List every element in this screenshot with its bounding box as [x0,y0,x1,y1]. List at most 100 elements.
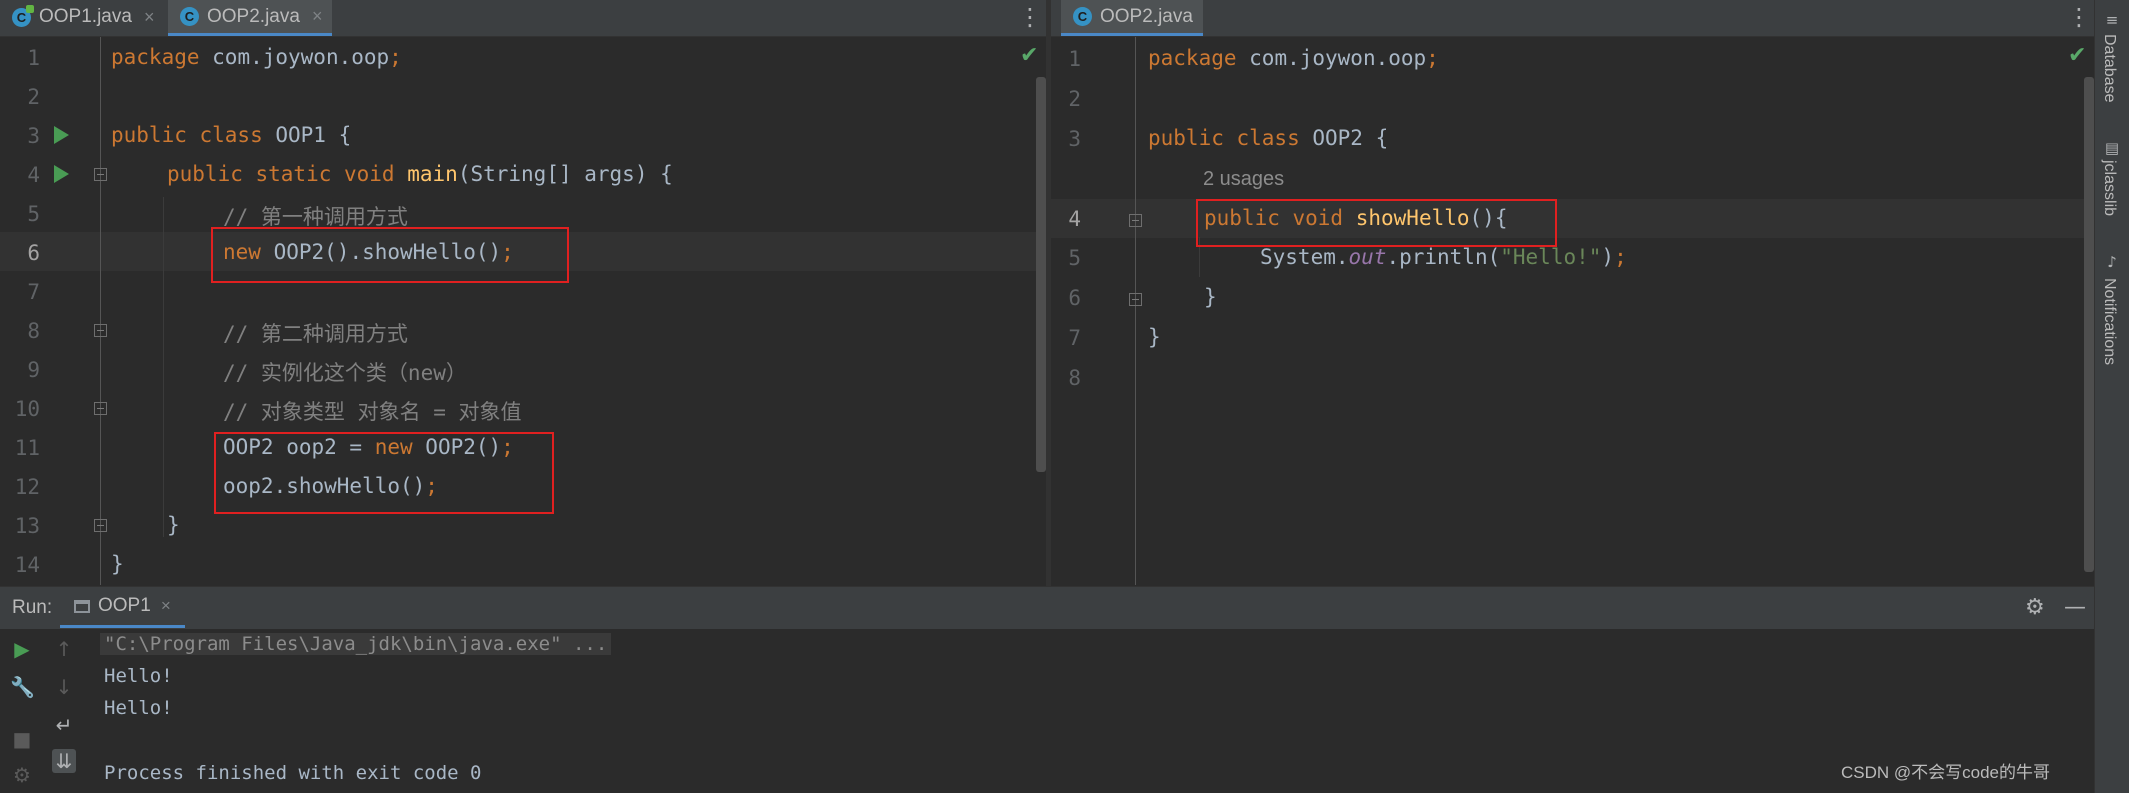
run-main-icon[interactable] [54,165,69,183]
close-icon[interactable]: × [161,596,171,616]
database-tool-button[interactable]: Database [2100,34,2118,103]
code-line-1: package com.joywon.oop; [1148,46,1439,70]
gear-icon[interactable]: ⚙ [2025,595,2045,620]
line-number: 2 [1068,87,1081,111]
java-class-icon: C [12,4,34,27]
code-line-10-comment: // 对象类型 对象名 = 对象值 [223,400,522,424]
line-number: 13 [14,514,40,538]
run-class-icon[interactable] [54,126,69,144]
line-number: 5 [27,202,40,226]
line-number: 14 [14,553,40,577]
more-options-icon[interactable]: ⋮ [1018,0,1042,34]
close-icon[interactable]: × [144,7,155,28]
down-arrow-icon[interactable]: ↓ [52,675,76,699]
run-tab-label: OOP1 [98,595,151,616]
highlight-box [211,227,569,283]
tab-label: OOP2.java [1100,5,1193,27]
tab-oop2-java[interactable]: C OOP2.java × [168,0,333,36]
highlight-box [214,432,554,514]
right-tool-strip: ≡ Database ▤ jclasslib ♪ Notifications [2094,0,2129,793]
vertical-scrollbar[interactable] [2084,77,2094,572]
stop-icon[interactable]: ■ [10,727,34,751]
console-line: Hello! [104,665,173,687]
rerun-icon[interactable]: ▶ [10,637,34,661]
line-number: 8 [1068,366,1081,390]
console-line: Hello! [104,697,173,719]
line-number: 4 [1068,207,1081,231]
code-line-6: } [1204,285,1217,309]
more-options-icon[interactable]: ⋮ [2067,0,2091,34]
line-number: 1 [1068,47,1081,71]
code-line-1: package com.joywon.oop; [111,45,402,69]
usages-hint[interactable]: 2 usages [1203,168,1284,191]
fold-icon[interactable] [1129,214,1142,227]
line-number: 2 [27,85,40,109]
line-number: 6 [27,241,40,265]
fold-icon[interactable] [94,402,107,415]
run-panel-header: Run: OOP1 × ⚙ — [0,586,2094,629]
code-line-9-comment: // 实例化这个类（new） [223,361,467,385]
code-line-14: } [111,552,124,576]
line-number: 10 [14,397,40,421]
console-line: "C:\Program Files\Java_jdk\bin\java.exe"… [100,633,612,655]
no-problems-check-icon[interactable]: ✔ [1020,43,1038,68]
minimize-icon[interactable]: — [2064,595,2086,620]
code-line-3: public class OOP2 { [1148,126,1389,150]
code-line-4: public static void main(String[] args) { [167,162,673,186]
vertical-scrollbar[interactable] [1036,77,1046,472]
gutter-divider [100,37,101,585]
notifications-tool-button[interactable]: Notifications [2100,278,2118,365]
indent-guide [163,197,164,537]
settings-icon[interactable]: ⚙ [10,763,34,787]
line-number: 3 [27,124,40,148]
run-toolbar-primary: ▶ 🔧 ■ ⚙ [0,629,40,793]
line-number: 7 [1068,326,1081,350]
code-line-8-comment: // 第二种调用方式 [223,322,408,346]
right-editor[interactable]: 1 2 3 4 5 6 7 8 ✔ package com.joywon.oop… [1051,37,2094,585]
java-class-icon: C [180,7,199,26]
database-icon: ≡ [2105,11,2119,29]
code-line-13: } [167,513,180,537]
scroll-to-end-icon[interactable]: ⇊ [52,749,76,773]
console-icon [74,599,90,613]
line-number: 12 [14,475,40,499]
line-number: 6 [1068,286,1081,310]
code-line-3: public class OOP1 { [111,123,352,147]
run-label: Run: [12,597,53,618]
fold-icon[interactable] [94,519,107,532]
tab-label: OOP2.java [207,5,300,27]
line-number: 8 [27,319,40,343]
watermark-text: CSDN @不会写code的牛哥 [1840,763,2050,782]
wrench-icon[interactable]: 🔧 [10,675,35,699]
up-arrow-icon[interactable]: ↑ [52,637,76,661]
close-icon[interactable]: × [312,6,323,27]
code-line-7: } [1148,325,1161,349]
line-number: 3 [1068,127,1081,151]
bell-icon: ♪ [2107,253,2117,271]
line-number: 1 [27,46,40,70]
left-editor[interactable]: 1 2 3 4 5 6 7 8 9 10 11 12 13 14 ✔ packa… [0,37,1046,585]
run-toolbar-secondary: ↑ ↓ ↵ ⇊ [42,629,82,793]
console-line: Process finished with exit code 0 [104,762,482,784]
left-tab-bar: C OOP1.java × C OOP2.java × ⋮ [0,0,1046,37]
line-number: 5 [1068,246,1081,270]
code-line-5: System.out.println("Hello!"); [1260,245,1627,269]
tab-oop1-java[interactable]: C OOP1.java × [0,0,164,34]
java-class-icon: C [1073,7,1092,26]
line-number: 4 [27,163,40,187]
jclasslib-icon: ▤ [2104,139,2120,157]
fold-icon[interactable] [94,324,107,337]
run-tab-oop1[interactable]: OOP1 × [60,587,185,628]
line-number: 11 [14,436,40,460]
highlight-box [1196,199,1557,247]
tab-oop2-java-right[interactable]: C OOP2.java [1061,0,1203,36]
line-number: 7 [27,280,40,304]
tab-label: OOP1.java [39,6,132,27]
jclasslib-tool-button[interactable]: jclasslib [2100,160,2118,216]
run-console[interactable]: ▶ 🔧 ■ ⚙ ↑ ↓ ↵ ⇊ "C:\Program Files\Java_j… [0,629,2094,793]
no-problems-check-icon[interactable]: ✔ [2068,43,2086,68]
fold-icon[interactable] [94,168,107,181]
right-tab-bar: C OOP2.java ⋮ [1051,0,2094,37]
soft-wrap-icon[interactable]: ↵ [52,713,76,737]
fold-icon[interactable] [1129,293,1142,306]
